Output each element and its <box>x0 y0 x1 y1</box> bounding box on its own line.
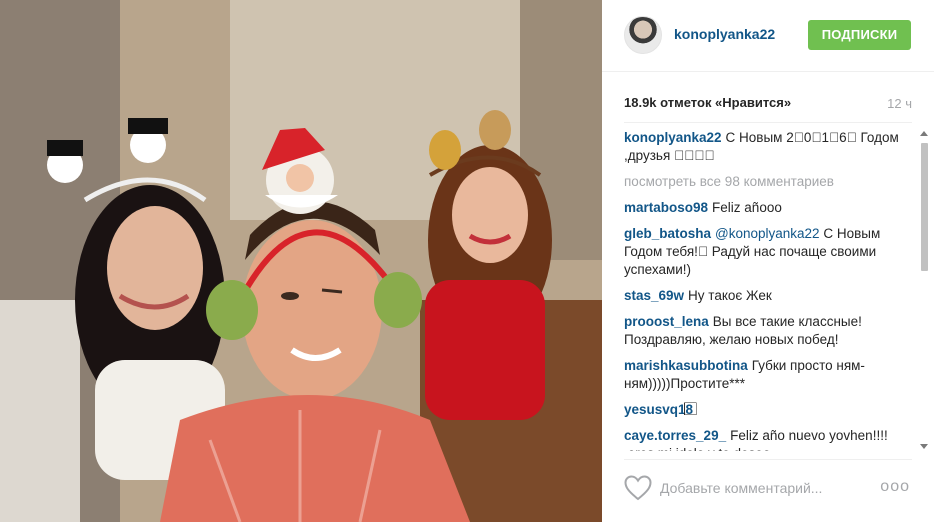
scroll-down-arrow-icon[interactable] <box>920 444 928 449</box>
comment-username[interactable]: yesusvq18 <box>624 402 693 417</box>
list-item: prooost_lena Вы все такие классные! Поздр… <box>624 313 914 349</box>
list-item: yesusvq18⃞⃞⃞⃞⃞ <box>624 401 914 419</box>
scroll-up-arrow-icon[interactable] <box>920 131 928 136</box>
divider <box>624 122 912 123</box>
comment-username[interactable]: konoplyanka22 <box>624 130 722 145</box>
post-time[interactable]: 12 ч <box>887 96 912 111</box>
comment-username[interactable]: marishkasubbotina <box>624 358 748 373</box>
follow-button[interactable]: ПОДПИСКИ <box>808 20 911 50</box>
comment-text: Ну такоє Жек <box>688 288 772 303</box>
list-item: marishkasubbotina Губки просто ням-ням)))… <box>624 357 914 393</box>
comments-list[interactable]: konoplyanka22 С Новым 2⃞0⃞1⃞6⃞ Годом ,дру… <box>624 129 914 451</box>
scroll-thumb[interactable] <box>921 143 928 271</box>
comment-username[interactable]: prooost_lena <box>624 314 709 329</box>
comment-mention[interactable]: @konoplyanka22 <box>715 226 820 241</box>
view-all-comments-link[interactable]: посмотреть все 98 комментариев <box>624 173 914 191</box>
comment-username[interactable]: caye.torres_29_ <box>624 428 726 443</box>
photo-illustration <box>0 0 602 522</box>
post-sidebar: konoplyanka22 ПОДПИСКИ 18.9k отметок «Нр… <box>602 0 934 522</box>
more-options-icon[interactable]: ооо <box>880 478 910 496</box>
list-item: martaboso98 Feliz añooo <box>624 199 914 217</box>
heart-icon[interactable] <box>624 475 652 501</box>
comment-username[interactable]: gleb_batosha <box>624 226 711 241</box>
header-username[interactable]: konoplyanka22 <box>674 26 775 42</box>
comment-username[interactable]: martaboso98 <box>624 200 708 215</box>
post-header: konoplyanka22 ПОДПИСКИ <box>602 0 934 72</box>
comments-scrollbar[interactable] <box>918 129 930 451</box>
list-item: caye.torres_29_ Feliz año nuevo yovhen!!!… <box>624 427 914 451</box>
comment-text: Feliz añooo <box>712 200 782 215</box>
post-footer: ооо <box>624 459 912 522</box>
post-photo <box>0 0 602 522</box>
avatar[interactable] <box>624 16 662 54</box>
likes-count[interactable]: 18.9k отметок «Нравится» <box>624 95 914 110</box>
list-item: stas_69w Ну такоє Жек <box>624 287 914 305</box>
comment-username[interactable]: stas_69w <box>624 288 684 303</box>
list-item: gleb_batosha @konoplyanka22 С Новым Годом… <box>624 225 914 279</box>
caption: konoplyanka22 С Новым 2⃞0⃞1⃞6⃞ Годом ,дру… <box>624 129 914 165</box>
add-comment-input[interactable] <box>660 475 870 501</box>
